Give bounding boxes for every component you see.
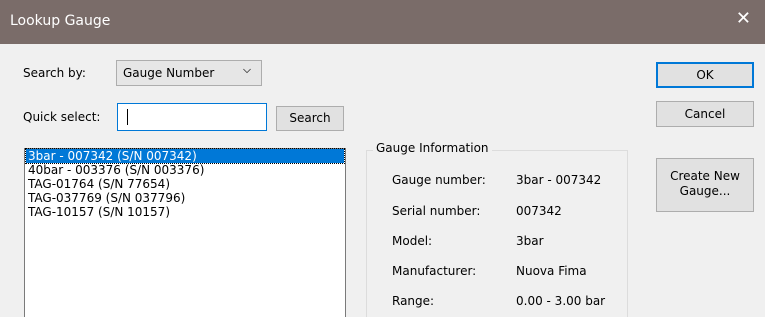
- ok-button[interactable]: OK: [656, 62, 754, 88]
- gauge-information-title: Gauge Information: [373, 141, 492, 155]
- create-new-gauge-label-line2: Gauge...: [679, 184, 731, 198]
- list-item[interactable]: TAG-10157 (S/N 10157): [26, 205, 344, 219]
- list-item[interactable]: TAG-037769 (S/N 037796): [26, 191, 344, 205]
- search-button[interactable]: Search: [276, 106, 344, 131]
- search-by-selected: Gauge Number: [123, 66, 215, 80]
- cancel-button[interactable]: Cancel: [656, 101, 754, 127]
- model-label: Model:: [392, 234, 433, 248]
- range-value: 0.00 - 3.00 bar: [516, 294, 606, 308]
- serial-number-value: 007342: [516, 204, 562, 218]
- manufacturer-value: Nuova Fima: [516, 264, 587, 278]
- quick-select-input[interactable]: [117, 103, 267, 131]
- lookup-gauge-dialog: Lookup Gauge ✕ Search by: Gauge Number Q…: [0, 0, 765, 317]
- chevron-down-icon: [243, 68, 251, 74]
- text-cursor: [127, 109, 128, 125]
- close-icon[interactable]: ✕: [736, 10, 751, 28]
- quick-select-label: Quick select:: [23, 110, 101, 124]
- list-item[interactable]: 3bar - 007342 (S/N 007342): [25, 148, 345, 164]
- manufacturer-label: Manufacturer:: [392, 264, 477, 278]
- window-title: Lookup Gauge: [10, 13, 111, 29]
- create-new-gauge-label-line1: Create New: [670, 169, 740, 183]
- list-item[interactable]: 40bar - 003376 (S/N 003376): [26, 163, 344, 177]
- model-value: 3bar: [516, 234, 544, 248]
- list-item[interactable]: TAG-01764 (S/N 77654): [26, 177, 344, 191]
- range-label: Range:: [392, 294, 435, 308]
- gauge-listbox[interactable]: 3bar - 007342 (S/N 007342) 40bar - 00337…: [24, 148, 346, 317]
- search-by-dropdown[interactable]: Gauge Number: [116, 60, 262, 86]
- title-bar[interactable]: Lookup Gauge ✕: [0, 0, 765, 44]
- create-new-gauge-button[interactable]: Create New Gauge...: [656, 158, 754, 212]
- serial-number-label: Serial number:: [392, 204, 481, 218]
- gauge-number-value: 3bar - 007342: [516, 173, 602, 187]
- search-by-label: Search by:: [23, 66, 86, 80]
- quick-select-field[interactable]: [118, 104, 266, 130]
- gauge-number-label: Gauge number:: [392, 173, 486, 187]
